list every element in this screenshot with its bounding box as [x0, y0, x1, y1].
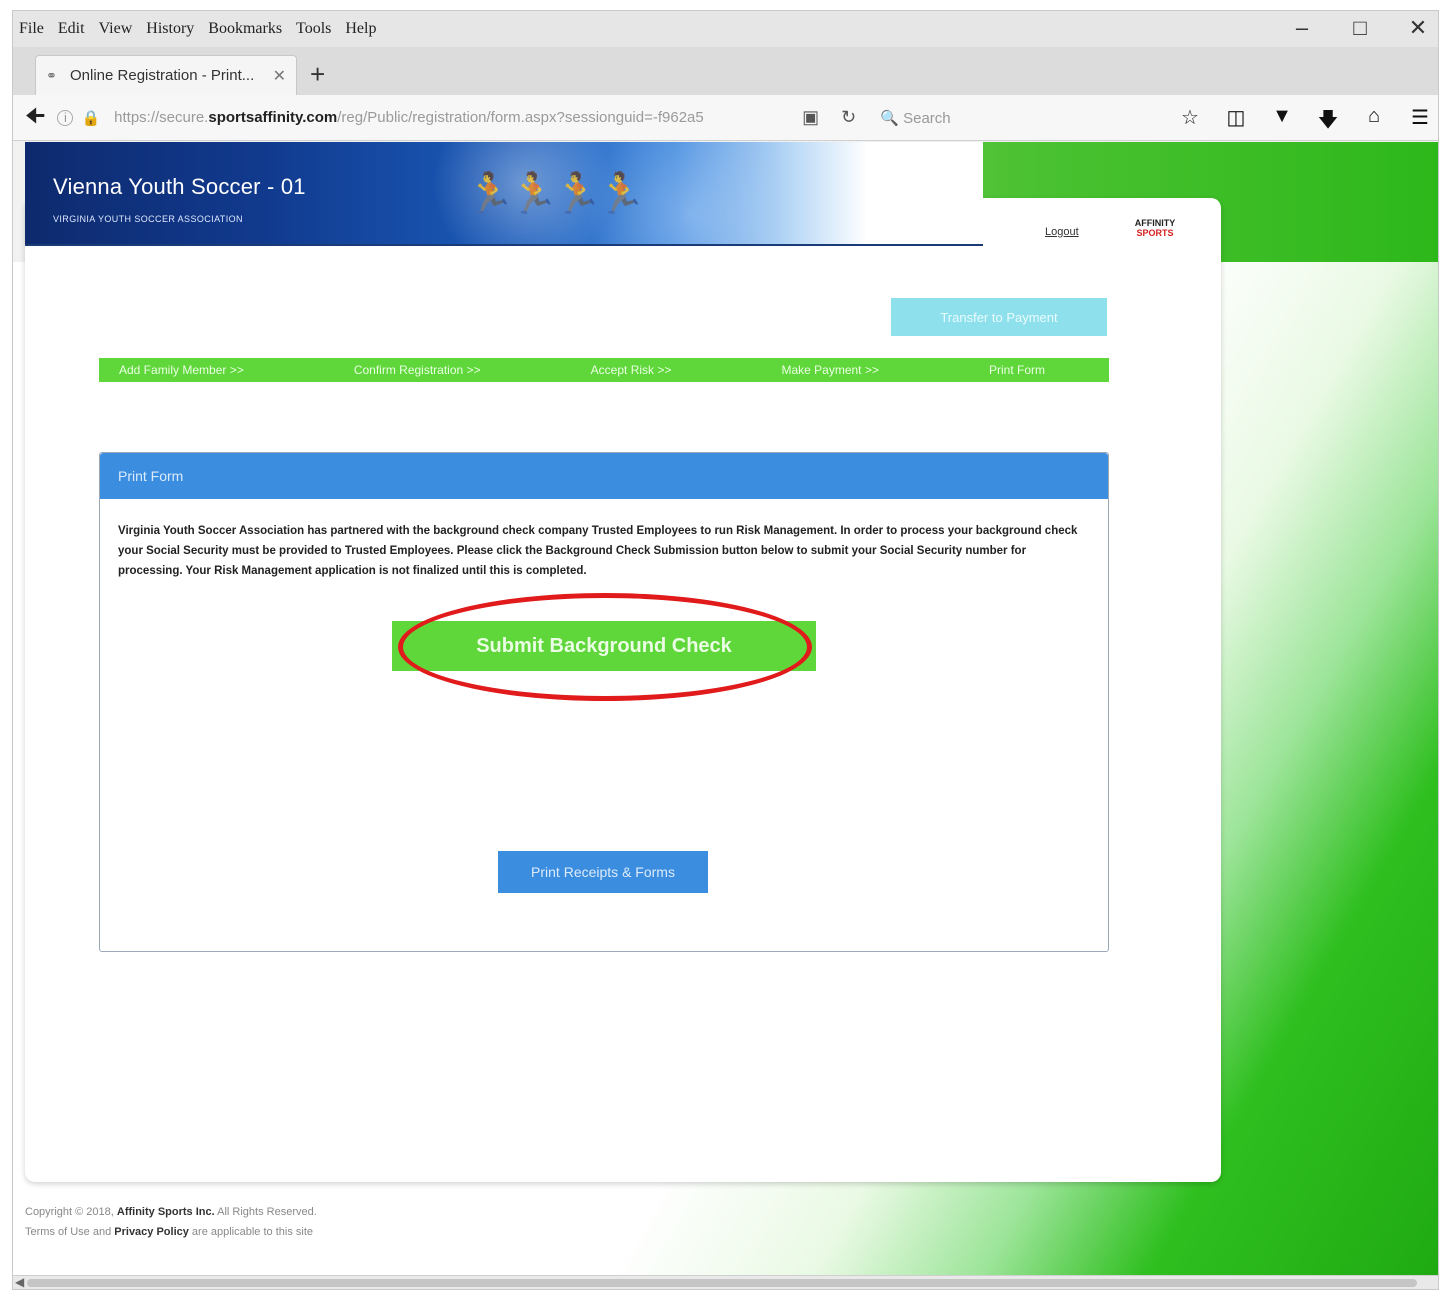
affinity-sports-link[interactable]: Affinity Sports Inc. [117, 1206, 215, 1218]
soccer-players-image: 🏃🏃🏃🏃 [465, 172, 646, 216]
browser-window: File Edit View History Bookmarks Tools H… [12, 10, 1439, 1290]
search-icon: 🔍 [880, 109, 899, 127]
tab-title: Online Registration - Print... [70, 67, 255, 84]
url-domain: sportsaffinity.com [208, 109, 338, 126]
page-footer: Copyright © 2018, Affinity Sports Inc. A… [25, 1202, 317, 1242]
step-confirm-registration[interactable]: Confirm Registration >> [354, 363, 481, 377]
download-arrow-icon[interactable]: 🡇 [1316, 105, 1340, 139]
logo-text-bottom: SPORTS [1136, 228, 1174, 238]
step-make-payment[interactable]: Make Payment >> [781, 363, 878, 377]
menu-history[interactable]: History [146, 20, 194, 38]
banner-subtitle: VIRGINIA YOUTH SOCCER ASSOCIATION [53, 214, 243, 224]
step-accept-risk[interactable]: Accept Risk >> [591, 363, 672, 377]
menu-help[interactable]: Help [345, 20, 376, 38]
page-viewport: Logout AFFINITY SPORTS Transfer to Payme… [13, 142, 1438, 1275]
close-tab-icon[interactable]: ✕ [273, 66, 286, 86]
pocket-icon[interactable]: ▼ [1270, 105, 1294, 139]
url-prefix: https://secure. [114, 109, 209, 126]
menu-file[interactable]: File [19, 20, 44, 38]
window-controls: – □ ✕ [1290, 15, 1430, 41]
info-icon[interactable]: i [57, 109, 74, 126]
menu-bookmarks[interactable]: Bookmarks [208, 20, 282, 38]
copyright-text: Copyright © 2018, [25, 1206, 117, 1218]
scrollbar-thumb[interactable] [27, 1279, 1417, 1287]
library-icon[interactable]: ◫ [1224, 105, 1248, 139]
terms-text: Terms of Use and [25, 1226, 115, 1238]
reload-icon[interactable]: ↻ [841, 107, 856, 128]
horizontal-scrollbar[interactable]: ◀ [13, 1275, 1438, 1289]
rights-text: All Rights Reserved. [214, 1206, 317, 1218]
tab-online-registration[interactable]: ⚭ Online Registration - Print... ✕ [35, 55, 297, 95]
site-banner: 🏃🏃🏃🏃 Vienna Youth Soccer - 01 VIRGINIA Y… [25, 142, 983, 246]
bookmark-star-icon[interactable]: ☆ [1178, 105, 1202, 139]
logo-text-top: AFFINITY [1134, 218, 1176, 228]
print-form-panel: Print Form Virginia Youth Soccer Associa… [99, 452, 1109, 952]
submit-background-check-button[interactable]: Submit Background Check [392, 621, 816, 671]
new-tab-button[interactable]: + [310, 61, 325, 87]
menu-view[interactable]: View [99, 20, 133, 38]
banner-title: Vienna Youth Soccer - 01 [53, 174, 306, 199]
favicon-icon: ⚭ [46, 67, 57, 83]
step-print-form[interactable]: Print Form [989, 363, 1045, 377]
privacy-policy-link[interactable]: Privacy Policy [114, 1226, 189, 1238]
terms-line: Terms of Use and Privacy Policy are appl… [25, 1222, 317, 1242]
url-suffix: /reg/Public/registration/form.aspx?sessi… [337, 109, 704, 126]
step-add-family-member[interactable]: Add Family Member >> [119, 363, 244, 377]
hamburger-menu-icon[interactable]: ☰ [1408, 105, 1432, 139]
minimize-button[interactable]: – [1290, 15, 1314, 41]
tab-bar: ⚭ Online Registration - Print... ✕ + [13, 47, 1438, 95]
search-box[interactable]: 🔍 Search [880, 109, 1000, 127]
panel-body-text: Virginia Youth Soccer Association has pa… [118, 525, 1078, 577]
navigation-bar: 🠈 i 🔒 https://secure.sportsaffinity.com/… [13, 95, 1438, 141]
menu-tools[interactable]: Tools [296, 20, 331, 38]
menu-edit[interactable]: Edit [58, 20, 85, 38]
reader-view-icon[interactable]: ▣ [802, 107, 819, 128]
copyright-line: Copyright © 2018, Affinity Sports Inc. A… [25, 1202, 317, 1222]
search-placeholder: Search [903, 109, 951, 127]
content-card: Logout AFFINITY SPORTS Transfer to Payme… [25, 198, 1221, 1182]
home-icon[interactable]: ⌂ [1362, 105, 1386, 139]
menu-bar: File Edit View History Bookmarks Tools H… [13, 11, 1438, 47]
url-bar[interactable]: https://secure.sportsaffinity.com/reg/Pu… [114, 109, 778, 126]
scroll-left-arrow-icon[interactable]: ◀ [15, 1275, 24, 1289]
registration-steps: Add Family Member >> Confirm Registratio… [99, 358, 1109, 382]
toolbar-icons: ☆ ◫ ▼ 🡇 ⌂ ☰ [1178, 105, 1432, 139]
lock-icon[interactable]: 🔒 [81, 109, 100, 127]
print-receipts-forms-button[interactable]: Print Receipts & Forms [498, 851, 708, 893]
logout-link[interactable]: Logout [1045, 226, 1079, 238]
affinity-sports-logo: AFFINITY SPORTS [1125, 218, 1185, 238]
panel-heading: Print Form [100, 453, 1108, 499]
close-window-button[interactable]: ✕ [1406, 15, 1430, 41]
maximize-button[interactable]: □ [1348, 15, 1372, 41]
back-arrow-icon[interactable]: 🠈 [25, 99, 45, 137]
applicable-text: are applicable to this site [188, 1226, 314, 1238]
transfer-to-payment-button[interactable]: Transfer to Payment [891, 298, 1107, 336]
